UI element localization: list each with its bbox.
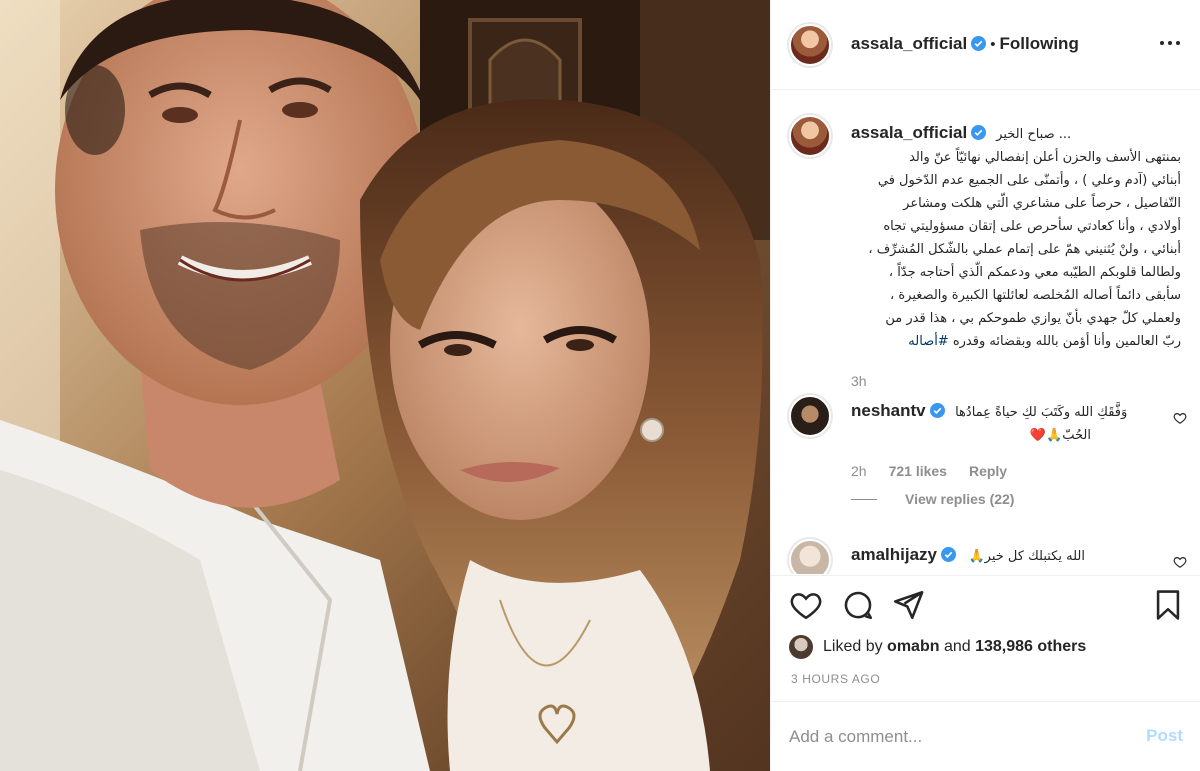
likes-others[interactable]: 138,986 others	[975, 638, 1086, 656]
caption-line: ولطالما قلوبكم الطيّبه معي ودعمكم الّذي …	[888, 265, 1181, 280]
caption-line: سأبقى دائماً أصاله المُخلصه لعائلتها الك…	[890, 288, 1181, 303]
replies-divider	[851, 498, 877, 500]
likes-prefix: Liked by	[823, 638, 883, 655]
separator-dot: •	[990, 36, 996, 53]
caption-line: بمنتهى الأسف والحزن أعلن إنفصالي نهائيّا…	[909, 150, 1181, 165]
likes-summary: Liked by omabn and 138,986 others	[789, 635, 1086, 659]
caption-line-last: ربّ العالمين وأنا أؤمن بالله وبقضائه وقد…	[851, 330, 1181, 353]
comment-username[interactable]: amalhijazy	[851, 545, 937, 564]
caption-author-avatar[interactable]	[789, 115, 831, 157]
selfie-image	[0, 0, 770, 771]
comments-area[interactable]: assala_official صباح الخير ... بمنتهى ال…	[771, 91, 1200, 574]
comment-username[interactable]: neshantv	[851, 401, 926, 420]
caption-line: صباح الخير ...	[996, 127, 1072, 142]
comment-like-heart-icon[interactable]	[1173, 555, 1187, 569]
comment-time: 2h	[851, 463, 867, 479]
comment-text: وَفَّقَكِ الله وكَتَبَ لكِ حياةً عِمادُه…	[955, 405, 1128, 420]
verified-icon	[971, 125, 987, 140]
caption-line: أبنائي ، ولنْ يُثنيني همّ على إتمام عملي…	[868, 242, 1181, 257]
commenter-avatar[interactable]	[789, 539, 831, 574]
commenter-avatar[interactable]	[789, 395, 831, 437]
action-bar	[771, 575, 1200, 635]
author-username[interactable]: assala_official	[851, 34, 967, 53]
caption-line: أولادي ، وأنا كعادتي سأحرص على إتقان مسؤ…	[883, 219, 1181, 234]
liker-avatar[interactable]	[789, 635, 813, 659]
post-caption: assala_official صباح الخير ... بمنتهى ال…	[851, 121, 1181, 353]
comment-text: 🙏الله يكتبلك كل خير	[968, 549, 1085, 564]
comment-text-continued: الحُبّ🙏❤️	[1029, 428, 1091, 443]
more-icon[interactable]	[1157, 34, 1183, 52]
caption-time: 3h	[851, 373, 867, 389]
post-header: assala_official • Following	[771, 0, 1200, 90]
header-user-line: assala_official • Following	[851, 34, 1079, 54]
liker-username[interactable]: omabn	[887, 638, 939, 656]
comment-meta: 2h 721 likes Reply	[851, 463, 1007, 479]
comment-reply-button[interactable]: Reply	[969, 463, 1007, 479]
post-photo	[0, 0, 770, 771]
share-icon[interactable]	[891, 588, 925, 622]
hashtag-link[interactable]: #أصاله	[908, 334, 948, 349]
heart-icon[interactable]	[789, 588, 823, 622]
post-comment-button[interactable]: Post	[1146, 726, 1183, 746]
comment-item: amalhijazy 🙏الله يكتبلك كل خير	[851, 545, 1171, 565]
author-avatar[interactable]	[789, 24, 831, 66]
following-button[interactable]: Following	[1000, 34, 1079, 53]
view-replies-button[interactable]: View replies (22)	[851, 491, 1014, 507]
comment-input[interactable]	[789, 724, 1109, 750]
caption-line: أبنائي (آدم وعلي ) ، وأتمنّى على الجميع …	[877, 173, 1181, 188]
verified-icon	[941, 547, 956, 562]
post-time-ago[interactable]: 3 HOURS AGO	[791, 672, 880, 686]
view-replies-label: View replies (22)	[905, 491, 1015, 507]
comment-likes[interactable]: 721 likes	[889, 463, 947, 479]
caption-line: ربّ العالمين وأنا أؤمن بالله وبقضائه وقد…	[952, 334, 1181, 349]
comment-icon[interactable]	[841, 588, 875, 622]
post-side-panel: assala_official • Following assala_officia…	[770, 0, 1200, 771]
comment-like-heart-icon[interactable]	[1173, 411, 1187, 425]
likes-and: and	[943, 638, 971, 655]
verified-icon	[929, 403, 945, 418]
caption-line: ولعملي كلّ جهدي بأنّ يوازي طموحكم بي ، ه…	[885, 311, 1181, 326]
caption-line: التّفاصيل ، حرصاً على مشاعري الّتي هلكت …	[903, 196, 1181, 211]
verified-icon	[971, 36, 987, 51]
caption-body: بمنتهى الأسف والحزن أعلن إنفصالي نهائيّا…	[851, 146, 1181, 353]
bookmark-icon[interactable]	[1151, 588, 1185, 622]
add-comment-bar: Post	[771, 701, 1200, 771]
caption-username[interactable]: assala_official	[851, 123, 967, 142]
